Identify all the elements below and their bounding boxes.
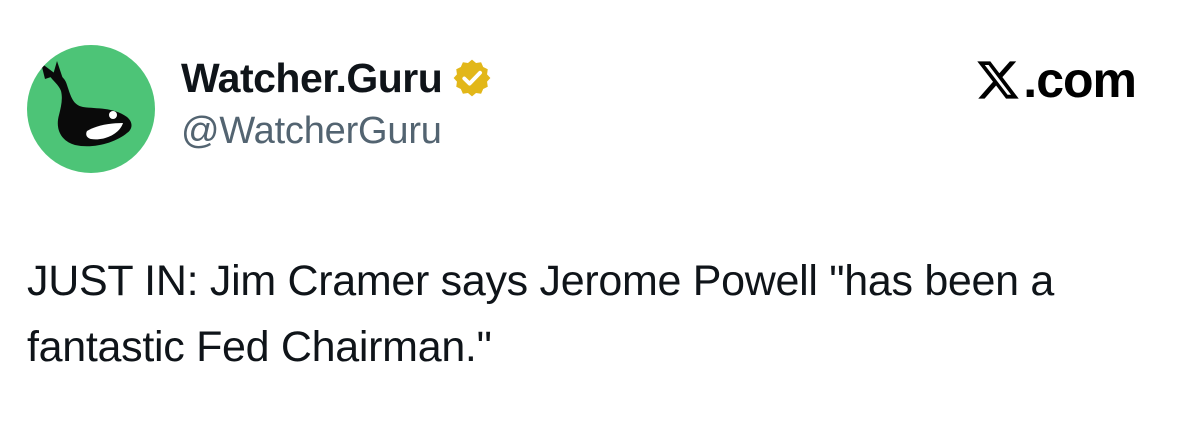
display-name[interactable]: Watcher.Guru (181, 54, 443, 102)
handle[interactable]: @WatcherGuru (181, 108, 442, 154)
tweet-text: JUST IN: Jim Cramer says Jerome Powell "… (27, 257, 1055, 371)
x-logo-icon (975, 57, 1021, 103)
verified-badge-icon (451, 57, 493, 99)
avatar[interactable] (27, 45, 155, 173)
brand-watermark: .com (975, 52, 1137, 108)
whale-logo-icon (41, 61, 132, 147)
display-name-row: Watcher.Guru (181, 54, 493, 102)
brand-domain: .com (1023, 52, 1137, 108)
